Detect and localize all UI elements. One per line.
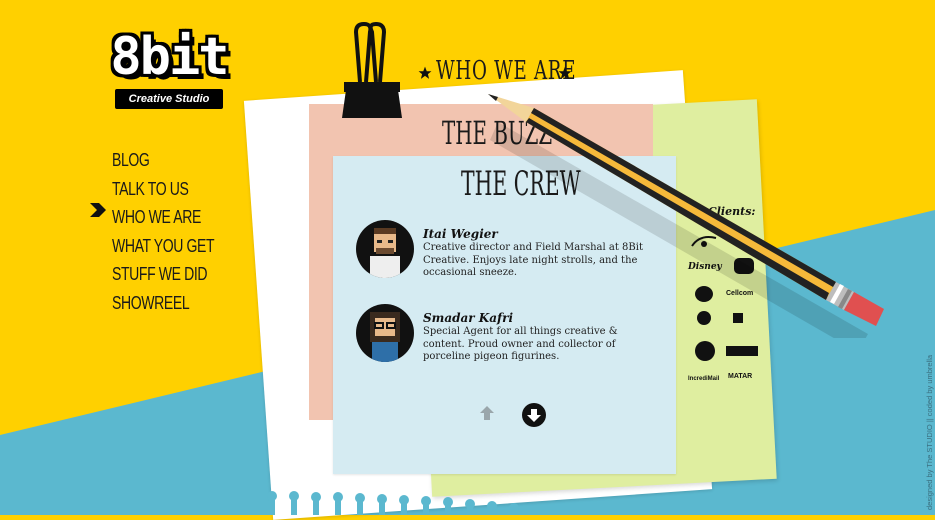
star-icon [418,66,432,79]
client-logo-icon [695,341,715,361]
pixel-avatar-icon [370,312,400,362]
brand-logo[interactable]: 8bit Creative Studio [110,27,230,113]
binder-clip-icon [342,21,402,118]
arrow-right-icon [90,203,106,217]
logo-subtitle: Creative Studio [115,89,223,109]
nav-item-blog[interactable]: BLOG [112,146,214,175]
arrow-down-icon [527,409,541,422]
avatar [356,304,414,362]
title-who-we-are[interactable]: WHO WE ARE [436,56,576,86]
nav-item-stuff-we-did[interactable]: STUFF WE DID [112,260,214,289]
avatar [356,220,414,278]
star-icon [558,66,572,79]
next-button[interactable] [522,403,546,427]
logo-text: 8bit [110,27,229,87]
pixel-avatar-icon [370,228,400,278]
notebook-holes [267,491,519,515]
previous-button[interactable] [476,403,498,425]
footer-credit[interactable]: designed by The STUDIO || coded by umbre… [925,355,934,510]
client-logo-matar: MATAR [728,373,753,380]
nav-item-who-we-are[interactable]: WHO WE ARE [112,203,214,232]
pencil-icon [488,94,884,338]
client-logo-icon [726,346,758,356]
arrow-up-icon [480,406,494,420]
nav-item-what-you-get[interactable]: WHAT YOU GET [112,232,215,261]
main-nav: BLOG TALK TO US WHO WE ARE WHAT YOU GET … [112,146,243,317]
client-logo-incredimail: IncrediMail [688,376,720,382]
nav-item-showreel[interactable]: SHOWREEL [112,289,214,318]
nav-item-talk-to-us[interactable]: TALK TO US [112,175,214,204]
